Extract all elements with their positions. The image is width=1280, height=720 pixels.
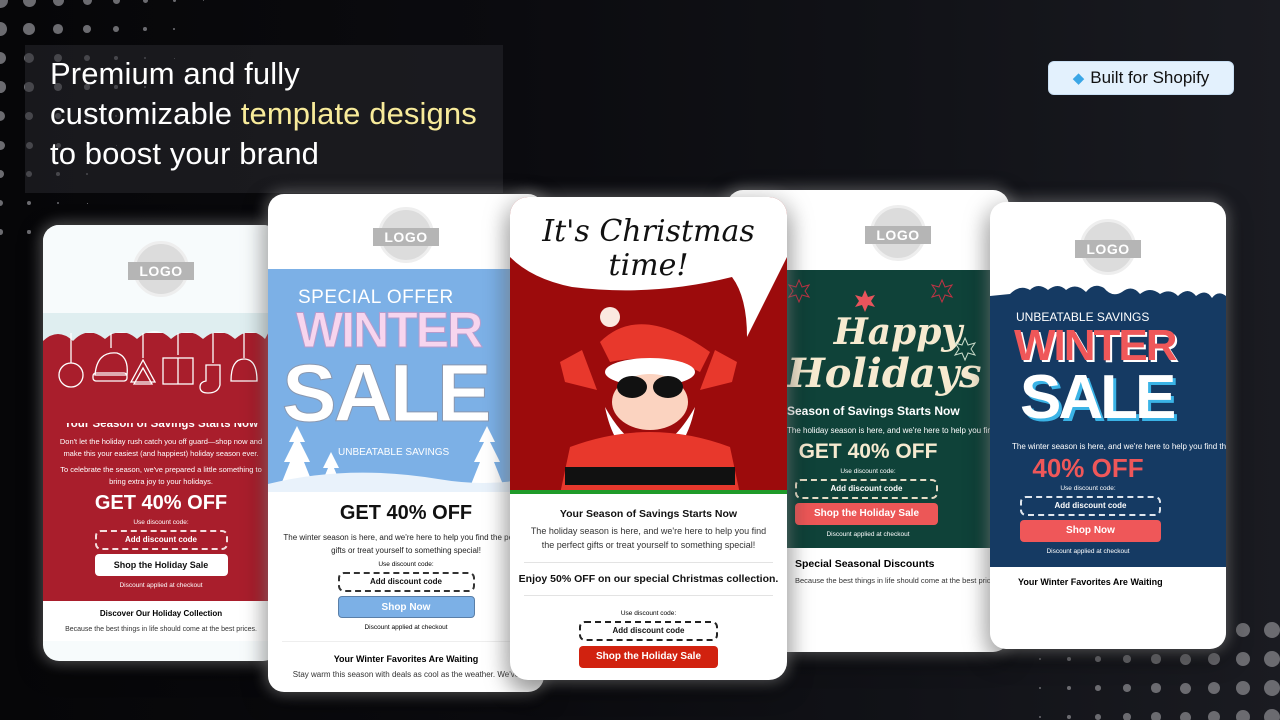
background-dot xyxy=(1207,710,1221,720)
ornaments-illustration xyxy=(43,313,279,423)
background-dot xyxy=(1095,714,1101,720)
background-dot xyxy=(0,110,6,122)
add-discount-code-button[interactable]: Add discount code xyxy=(94,530,228,550)
card-banner: SPECIAL OFFER WINTER SALE UNBEATABLE SAV… xyxy=(268,269,544,492)
template-card-blue-winter[interactable]: LOGO SPECIAL OFFER WINTER SALE UNBEATABL… xyxy=(268,194,544,692)
card-banner: It's Christmas time! xyxy=(510,197,787,494)
background-dot xyxy=(1151,654,1161,664)
background-dot xyxy=(1123,655,1131,663)
template-card-christmas-santa[interactable]: It's Christmas time! Your Season of Savin… xyxy=(510,197,787,680)
logo-placeholder: LOGO xyxy=(1075,219,1141,275)
banner-title: It's Christmas time! xyxy=(542,214,755,283)
add-discount-code-button[interactable]: Add discount code xyxy=(579,621,718,641)
background-dot xyxy=(1039,716,1041,718)
background-dot xyxy=(1235,709,1251,720)
background-dot xyxy=(0,199,4,207)
background-dot xyxy=(1179,711,1191,720)
logo-placeholder: LOGO xyxy=(128,241,194,297)
background-dot xyxy=(22,0,36,7)
logo-placeholder: LOGO xyxy=(865,205,931,261)
card-body: Your Season of Savings Starts Now The ho… xyxy=(510,494,787,668)
background-dot xyxy=(82,0,92,5)
background-dot xyxy=(0,0,8,8)
background-dot xyxy=(1067,715,1071,719)
background-dot xyxy=(1235,651,1251,667)
background-dot xyxy=(1207,681,1221,695)
background-dot xyxy=(1151,683,1161,693)
shop-now-button[interactable]: Shop Now xyxy=(1020,520,1161,542)
shop-holiday-sale-button[interactable]: Shop the Holiday Sale xyxy=(94,554,228,576)
snow-trees-illustration xyxy=(268,426,544,492)
stars-decoration xyxy=(787,278,977,362)
background-dot xyxy=(1207,652,1221,666)
background-dot xyxy=(1179,682,1191,694)
background-dot xyxy=(1235,680,1251,696)
background-dot xyxy=(83,25,91,33)
background-dot xyxy=(172,0,176,2)
background-dot xyxy=(0,170,4,178)
card-body: Your Season of Savings Starts Now Don't … xyxy=(43,400,279,601)
card-section: Your Winter Favorites Are Waiting xyxy=(1018,577,1163,587)
background-dot xyxy=(1263,621,1280,639)
background-dot xyxy=(1263,650,1280,668)
hero-headline: Premium and fully customizable template … xyxy=(50,56,477,171)
background-dot xyxy=(0,229,3,235)
background-dot xyxy=(112,0,120,4)
background-dot xyxy=(0,81,6,93)
logo-placeholder: LOGO xyxy=(373,206,439,263)
background-dot xyxy=(113,26,119,32)
background-dot xyxy=(52,0,64,6)
background-dot xyxy=(1123,713,1131,720)
background-dot xyxy=(1263,708,1280,720)
background-dot xyxy=(1179,653,1191,665)
background-dot xyxy=(202,0,204,1)
background-dot xyxy=(23,23,35,35)
background-dot xyxy=(1039,658,1041,660)
add-discount-code-button[interactable]: Add discount code xyxy=(1020,496,1161,516)
background-dot xyxy=(1095,685,1101,691)
snow-drip-decoration xyxy=(990,280,1226,298)
background-dot xyxy=(1123,684,1131,692)
background-dot xyxy=(1067,657,1071,661)
shop-holiday-sale-button[interactable]: Shop the Holiday Sale xyxy=(795,503,938,525)
gem-icon: ◆ xyxy=(1072,70,1085,87)
add-discount-code-button[interactable]: Add discount code xyxy=(337,572,475,592)
template-card-navy-winter[interactable]: LOGO UNBEATABLE SAVINGS WINTER SALE The … xyxy=(990,202,1226,649)
background-dot xyxy=(1039,687,1041,689)
shop-now-button[interactable]: Shop Now xyxy=(337,596,475,618)
background-dot xyxy=(53,24,63,34)
background-dot xyxy=(1095,656,1101,662)
background-dot xyxy=(0,22,7,36)
background-dot xyxy=(0,51,7,65)
card-body: GET 40% OFF The winter season is here, a… xyxy=(282,502,530,679)
card-section: Discover Our Holiday Collection Because … xyxy=(43,601,279,641)
background-dot xyxy=(0,140,5,150)
background-dot xyxy=(27,230,31,234)
background-dot xyxy=(173,28,175,30)
background-dot xyxy=(143,27,147,31)
shop-holiday-sale-button[interactable]: Shop the Holiday Sale xyxy=(579,646,718,668)
background-dot xyxy=(86,202,88,204)
built-for-shopify-badge: ◆ Built for Shopify xyxy=(1048,61,1234,95)
card-banner: LOGO xyxy=(43,225,279,423)
background-dot xyxy=(56,201,60,205)
headline-highlight: template designs xyxy=(240,96,477,131)
background-dot xyxy=(1067,686,1071,690)
background-dot xyxy=(1235,622,1251,638)
background-dot xyxy=(142,0,148,3)
background-dot xyxy=(1151,712,1161,720)
background-dot xyxy=(1263,679,1280,697)
add-discount-code-button[interactable]: Add discount code xyxy=(795,479,938,499)
template-card-red-ornaments[interactable]: LOGO Your Season of Savings Starts Now D… xyxy=(43,225,279,661)
card-banner: UNBEATABLE SAVINGS WINTER SALE The winte… xyxy=(990,280,1226,567)
background-dot xyxy=(26,200,32,206)
